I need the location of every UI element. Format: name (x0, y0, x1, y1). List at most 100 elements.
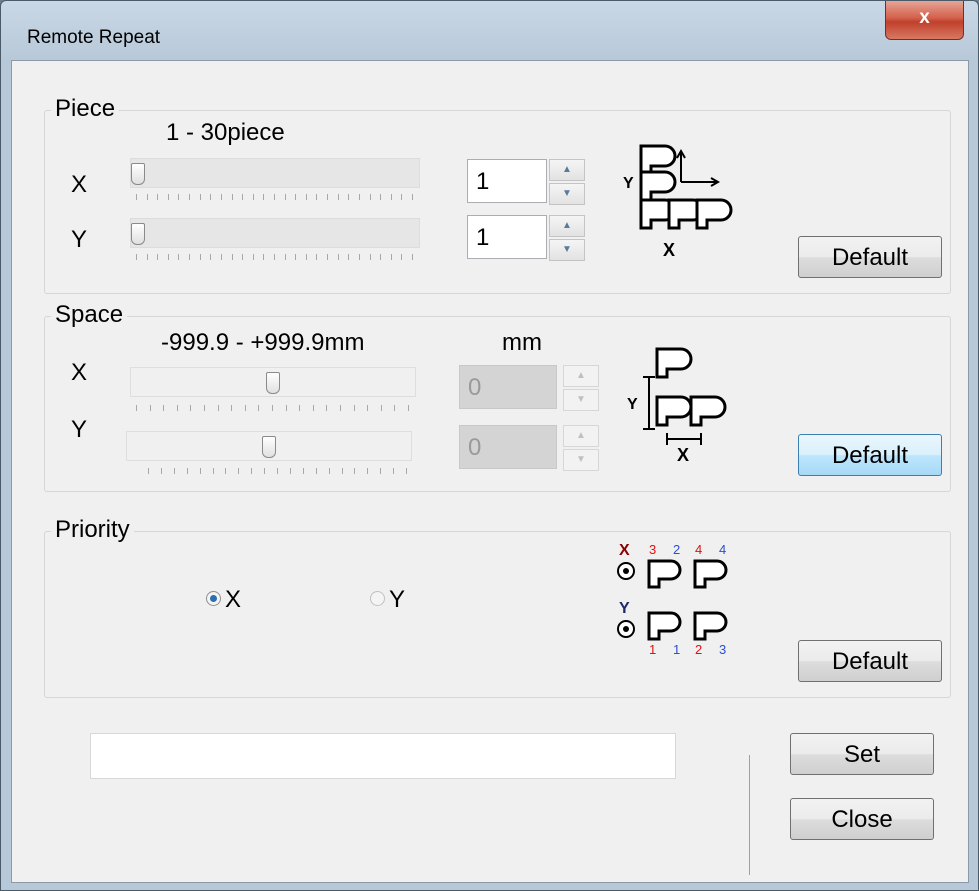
piece-y-spin-buttons[interactable]: ▲ ▼ (549, 215, 585, 261)
window-close-button[interactable]: x (885, 1, 964, 40)
slider-tick (242, 254, 244, 260)
slider-tick (312, 405, 314, 411)
priority-radio-x-label: X (225, 586, 242, 613)
slider-tick (157, 194, 159, 200)
slider-tick (358, 254, 360, 260)
slider-tick (251, 468, 253, 474)
space-group: Space -999.9 - +999.9mm mm X Y 0 ▲ ▼ 0 ▲… (44, 301, 951, 492)
space-y-spin-buttons[interactable]: ▲ ▼ (563, 425, 599, 471)
slider-tick (220, 194, 222, 200)
spin-down-icon[interactable]: ▼ (563, 449, 599, 471)
slider-tick (258, 405, 260, 411)
slider-tick (146, 194, 148, 200)
slider-tick (167, 254, 169, 260)
slider-thumb[interactable] (266, 372, 280, 394)
slider-tick (369, 254, 371, 260)
space-y-slider[interactable] (126, 431, 412, 461)
slider-tick (264, 468, 266, 474)
slider-tick (408, 405, 409, 411)
spin-up-icon[interactable]: ▲ (549, 159, 585, 181)
slider-tick (285, 405, 287, 411)
piece-y-slider[interactable] (130, 218, 420, 248)
space-range-label: -999.9 - +999.9mm (161, 329, 365, 356)
priority-diagram-x-letter: X (619, 542, 630, 559)
piece-y-label: Y (71, 226, 88, 253)
spin-down-icon[interactable]: ▼ (563, 389, 599, 411)
slider-tick (295, 254, 297, 260)
priority-legend: Priority (51, 516, 134, 544)
slider-tick (199, 468, 201, 474)
slider-tick (242, 194, 244, 200)
slider-tick (160, 468, 162, 474)
priority-default-button[interactable]: Default (798, 640, 942, 682)
slider-tick (176, 405, 178, 411)
slider-tick (173, 468, 175, 474)
piece-x-slider[interactable] (130, 158, 420, 188)
space-x-input[interactable]: 0 (459, 365, 557, 409)
slider-tick (326, 405, 328, 411)
slider-tick (277, 468, 278, 474)
slider-tick (412, 254, 413, 260)
slider-thumb[interactable] (131, 163, 145, 185)
order-number: 3 (719, 642, 726, 657)
piece-y-ticks (136, 254, 413, 260)
spin-down-icon[interactable]: ▼ (549, 183, 585, 205)
slider-tick (225, 468, 227, 474)
order-number: 2 (695, 642, 702, 657)
slider-tick (380, 405, 382, 411)
radio-unselected-icon[interactable] (370, 591, 385, 607)
order-number: 4 (719, 542, 726, 557)
piece-diagram-x-letter: X (663, 240, 675, 260)
slider-tick (199, 254, 201, 260)
spin-up-icon[interactable]: ▲ (563, 425, 599, 447)
priority-radio-y[interactable]: Y (370, 586, 405, 614)
piece-legend: Piece (51, 95, 120, 123)
space-diagram-x-letter: X (677, 445, 689, 465)
slider-tick (190, 405, 192, 411)
piece-x-input[interactable]: 1 (467, 159, 547, 203)
space-x-spin-buttons[interactable]: ▲ ▼ (563, 365, 599, 411)
slider-tick (305, 194, 307, 200)
slider-tick (302, 468, 304, 474)
dialog-window: Remote Repeat x Piece 1 - 30piece X Y 1 … (0, 0, 979, 891)
slider-tick (212, 468, 214, 474)
space-y-input[interactable]: 0 (459, 425, 557, 469)
slider-tick (367, 468, 369, 474)
set-button[interactable]: Set (790, 733, 934, 775)
slider-tick (189, 194, 191, 200)
piece-y-input[interactable]: 1 (467, 215, 547, 259)
space-diagram-y-letter: Y (627, 396, 638, 413)
slider-thumb[interactable] (262, 436, 276, 458)
slider-tick (263, 194, 265, 200)
piece-x-spin-buttons[interactable]: ▲ ▼ (549, 159, 585, 205)
slider-tick (189, 254, 191, 260)
slider-tick (316, 254, 318, 260)
slider-tick (380, 468, 382, 474)
spin-up-icon[interactable]: ▲ (563, 365, 599, 387)
order-number: 1 (649, 642, 656, 657)
slider-thumb[interactable] (131, 223, 145, 245)
slider-tick (327, 194, 329, 200)
slider-tick (136, 254, 137, 260)
order-number: 1 (673, 642, 680, 657)
slider-tick (337, 254, 339, 260)
space-default-button[interactable]: Default (798, 434, 942, 476)
piece-default-button[interactable]: Default (798, 236, 942, 278)
slider-tick (369, 194, 371, 200)
space-x-slider[interactable] (130, 367, 416, 397)
slider-tick (406, 468, 407, 474)
spin-up-icon[interactable]: ▲ (549, 215, 585, 237)
close-button[interactable]: Close (790, 798, 934, 840)
slider-tick (274, 194, 275, 200)
slider-tick (348, 254, 350, 260)
slider-tick (354, 468, 356, 474)
slider-tick (299, 405, 301, 411)
priority-radio-x[interactable]: X (206, 586, 241, 614)
slider-tick (220, 254, 222, 260)
radio-selected-icon[interactable] (206, 591, 221, 607)
slider-tick (217, 405, 219, 411)
spin-down-icon[interactable]: ▼ (549, 239, 585, 261)
slider-tick (178, 254, 180, 260)
slider-tick (136, 194, 137, 200)
slider-tick (380, 194, 382, 200)
